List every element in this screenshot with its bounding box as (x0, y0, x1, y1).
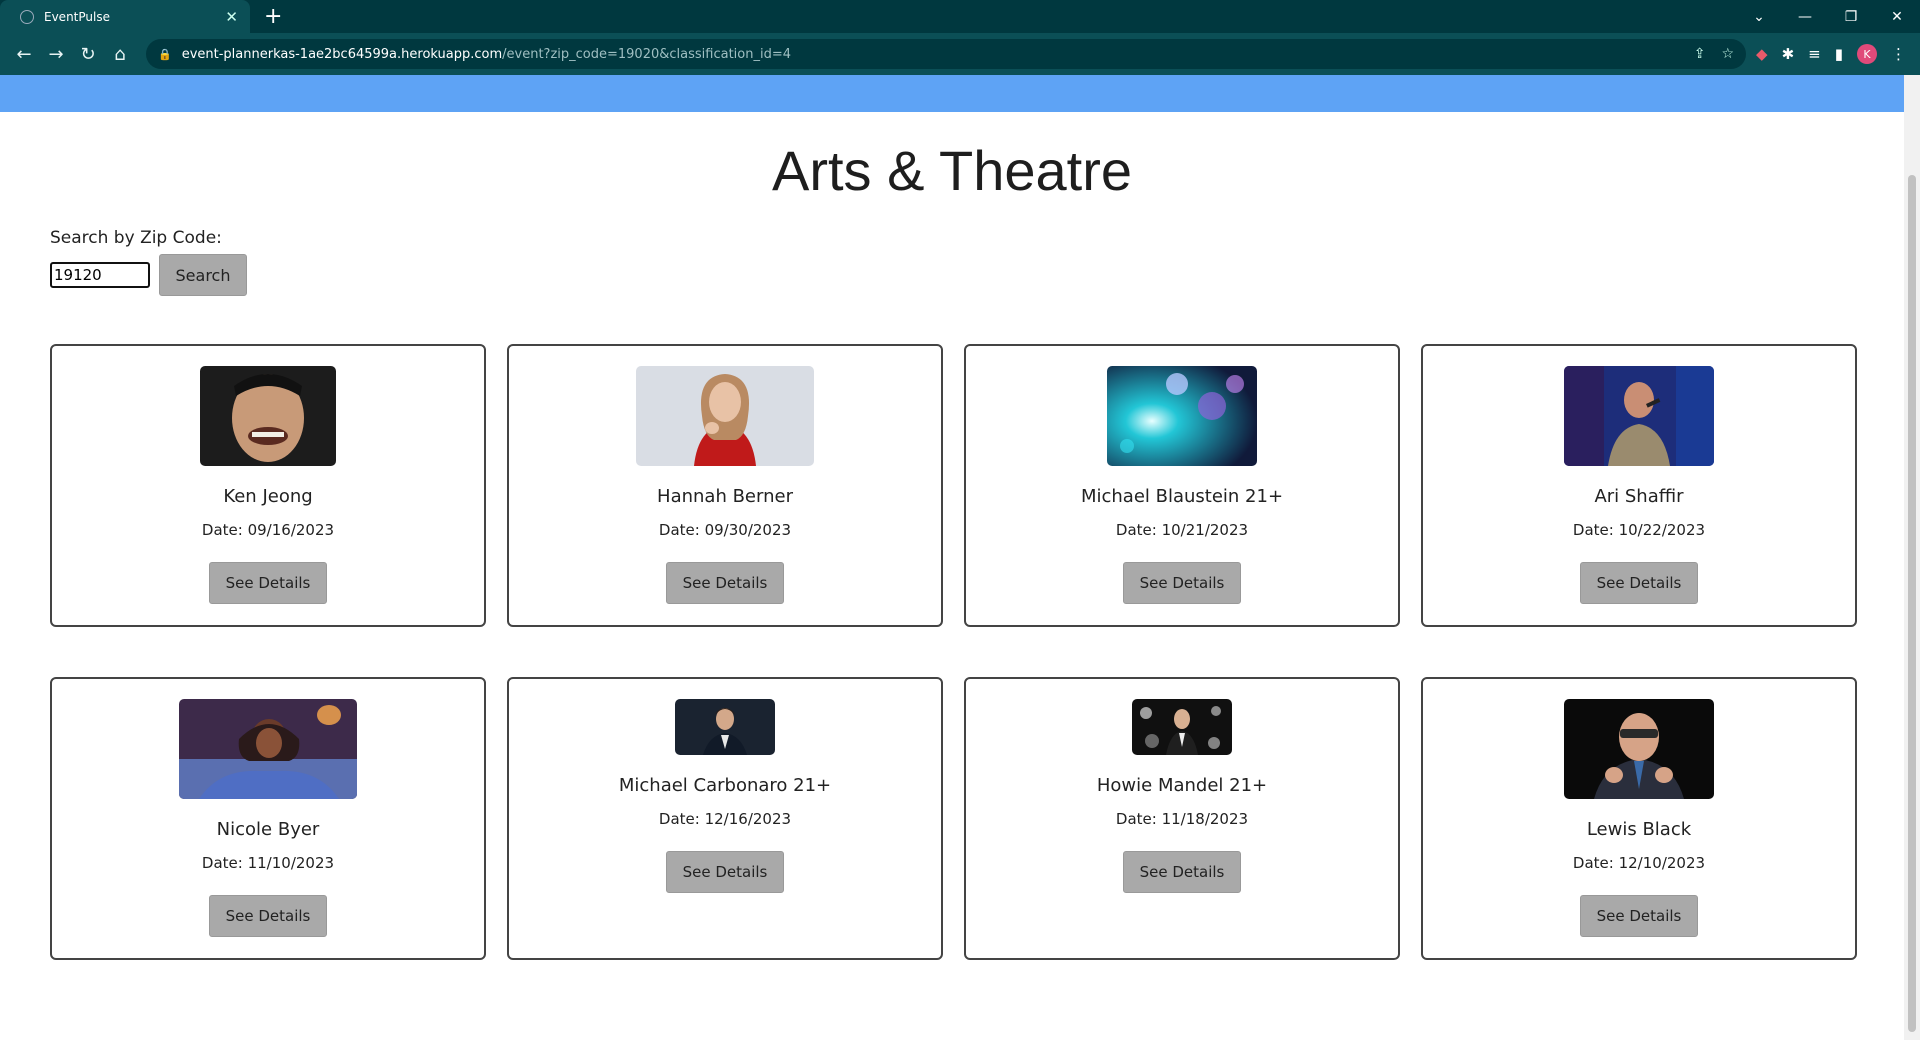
url-host: event-plannerkas-1ae2bc64599a.herokuapp.… (181, 46, 503, 62)
see-details-button[interactable]: See Details (1123, 562, 1241, 604)
event-photo[interactable] (179, 699, 357, 799)
event-photo[interactable] (1107, 366, 1257, 466)
browser-toolbar: ← → ↻ ⌂ 🔒 event-plannerkas-1ae2bc64599a.… (0, 33, 1920, 75)
event-card: Howie Mandel 21+ Date: 11/18/2023 See De… (964, 677, 1400, 960)
event-name: Lewis Black (1586, 819, 1692, 840)
puzzle-icon[interactable]: ✱ (1782, 45, 1795, 63)
event-photo[interactable] (1132, 699, 1232, 755)
menu-icon[interactable]: ⋮ (1891, 45, 1906, 63)
event-photo[interactable] (1564, 366, 1714, 466)
event-card: Nicole Byer Date: 11/10/2023 See Details (50, 677, 486, 960)
event-card: Hannah Berner Date: 09/30/2023 See Detai… (507, 344, 943, 627)
see-details-button[interactable]: See Details (1580, 895, 1698, 937)
browser-tab[interactable]: EventPulse ✕ (0, 0, 250, 33)
search-label: Search by Zip Code: (50, 228, 222, 248)
browser-tab-strip: EventPulse ✕ + ⌄ — ❐ ✕ (0, 0, 1920, 33)
see-details-button[interactable]: See Details (1123, 851, 1241, 893)
forward-icon[interactable]: → (40, 38, 72, 70)
back-icon[interactable]: ← (8, 38, 40, 70)
event-photo[interactable] (1564, 699, 1714, 799)
reload-icon[interactable]: ↻ (72, 38, 104, 70)
see-details-button[interactable]: See Details (209, 895, 327, 937)
see-details-button[interactable]: See Details (1580, 562, 1698, 604)
event-name: Nicole Byer (216, 819, 320, 840)
zip-search-form: Search by Zip Code: Search (50, 228, 247, 296)
event-date: Date: 11/18/2023 (1115, 810, 1249, 828)
event-name: Michael Carbonaro 21+ (618, 775, 832, 796)
home-icon[interactable]: ⌂ (104, 38, 136, 70)
see-details-button[interactable]: See Details (666, 562, 784, 604)
event-date: Date: 12/10/2023 (1572, 854, 1706, 872)
event-name: Michael Blaustein 21+ (1080, 486, 1284, 507)
event-card: Lewis Black Date: 12/10/2023 See Details (1421, 677, 1857, 960)
event-name: Ken Jeong (223, 486, 313, 507)
close-tab-icon[interactable]: ✕ (225, 8, 238, 26)
window-controls: ⌄ — ❐ ✕ (1736, 0, 1920, 33)
search-button[interactable]: Search (159, 254, 247, 296)
tab-title: EventPulse (44, 9, 110, 24)
event-photo[interactable] (636, 366, 814, 466)
event-date: Date: 09/16/2023 (201, 521, 335, 539)
event-date: Date: 10/22/2023 (1572, 521, 1706, 539)
url-path: /event?zip_code=19020&classification_id=… (502, 46, 791, 62)
event-card: Ken Jeong Date: 09/16/2023 See Details (50, 344, 486, 627)
event-card: Michael Blaustein 21+ Date: 10/21/2023 S… (964, 344, 1400, 627)
share-icon[interactable]: ⇪ (1694, 46, 1706, 62)
zip-code-input[interactable] (50, 262, 150, 288)
page-scrollbar[interactable] (1904, 75, 1920, 1040)
tab-search-icon[interactable]: ⌄ (1736, 9, 1782, 25)
lock-icon[interactable]: 🔒 (158, 48, 172, 61)
page-viewport: Arts & Theatre Search by Zip Code: Searc… (0, 75, 1920, 1040)
event-date: Date: 12/16/2023 (658, 810, 792, 828)
side-panel-icon[interactable]: ▮ (1835, 45, 1843, 63)
see-details-button[interactable]: See Details (666, 851, 784, 893)
bookmark-star-icon[interactable]: ☆ (1721, 46, 1734, 62)
event-date: Date: 10/21/2023 (1115, 521, 1249, 539)
event-date: Date: 09/30/2023 (658, 521, 792, 539)
event-name: Howie Mandel 21+ (1096, 775, 1268, 796)
close-window-icon[interactable]: ✕ (1874, 9, 1920, 25)
event-name: Ari Shaffir (1594, 486, 1684, 507)
minimize-icon[interactable]: — (1782, 9, 1828, 25)
event-name: Hannah Berner (657, 486, 793, 507)
globe-icon (20, 9, 34, 24)
event-photo[interactable] (675, 699, 775, 755)
reading-list-icon[interactable]: ≡ (1808, 45, 1821, 63)
extension-icon[interactable]: ◆ (1756, 45, 1768, 63)
event-grid: Ken Jeong Date: 09/16/2023 See Details H… (50, 344, 1857, 960)
page-title: Arts & Theatre (771, 139, 1132, 202)
new-tab-icon[interactable]: + (264, 0, 282, 33)
scrollbar-thumb[interactable] (1908, 175, 1916, 1032)
profile-avatar[interactable]: K (1857, 44, 1877, 64)
header-bar (0, 75, 1904, 112)
restore-icon[interactable]: ❐ (1828, 9, 1874, 25)
event-card: Ari Shaffir Date: 10/22/2023 See Details (1421, 344, 1857, 627)
event-date: Date: 11/10/2023 (201, 854, 335, 872)
address-bar[interactable]: 🔒 event-plannerkas-1ae2bc64599a.herokuap… (146, 39, 1747, 69)
event-card: Michael Carbonaro 21+ Date: 12/16/2023 S… (507, 677, 943, 960)
see-details-button[interactable]: See Details (209, 562, 327, 604)
event-photo[interactable] (200, 366, 336, 466)
